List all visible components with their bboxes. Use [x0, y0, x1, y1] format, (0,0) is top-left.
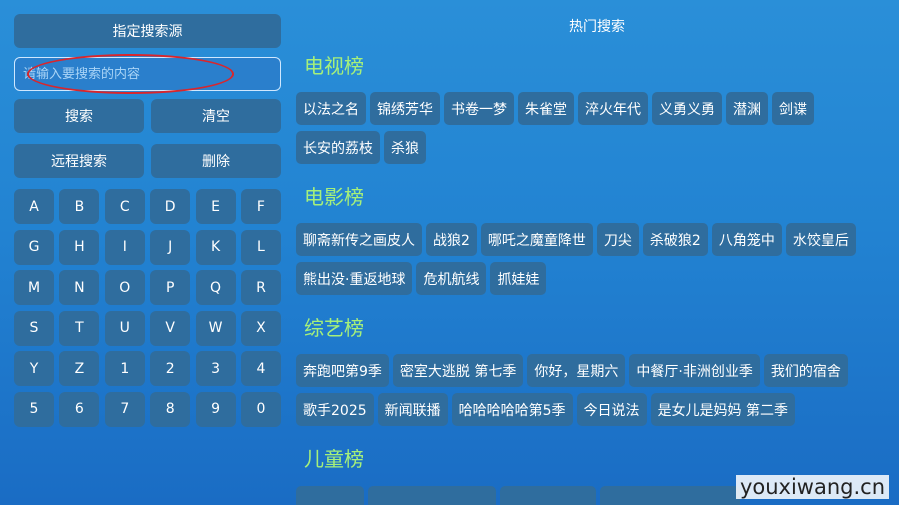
watermark: youxiwang.cn	[735, 475, 889, 499]
movie-tag[interactable]: 战狼2	[426, 223, 477, 256]
tv-tag[interactable]: 杀狼	[384, 131, 426, 164]
key-l[interactable]: L	[240, 229, 281, 265]
key-z[interactable]: Z	[59, 351, 100, 386]
left-panel: 指定搜索源 搜索 清空 远程搜索 删除 ABCDEF GHIJKL MNOPQR ST…	[14, 14, 281, 427]
key-x[interactable]: X	[240, 310, 281, 346]
movie-tag[interactable]: 杀破狼2	[642, 223, 708, 256]
remote-action-row: 远程搜索 删除	[14, 144, 281, 178]
variety-tag[interactable]: 你好，星期六	[527, 354, 626, 387]
kids-tag-partial[interactable]	[296, 486, 364, 505]
movie-tag[interactable]: 哪吒之魔童降世	[480, 223, 593, 256]
variety-tag[interactable]: 今日说法	[576, 393, 647, 426]
variety-tag[interactable]: 我们的宿舍	[763, 354, 848, 387]
movie-tag[interactable]: 危机航线	[416, 262, 487, 295]
key-q[interactable]: Q	[195, 270, 236, 305]
movie-tag[interactable]: 八角笼中	[711, 223, 782, 256]
key-o[interactable]: O	[104, 270, 145, 305]
search-action-row: 搜索 清空	[14, 99, 281, 133]
key-j[interactable]: J	[150, 229, 191, 265]
key-t[interactable]: T	[59, 310, 100, 346]
key-5[interactable]: 5	[14, 391, 54, 427]
key-1[interactable]: 1	[104, 351, 145, 386]
key-3[interactable]: 3	[195, 351, 236, 386]
search-input[interactable]	[15, 58, 280, 90]
section-title-movie: 电影榜	[304, 185, 364, 209]
key-b[interactable]: B	[59, 189, 100, 224]
kids-tags-partial	[296, 486, 740, 505]
movie-tag[interactable]: 聊斋新传之画皮人	[296, 223, 422, 256]
key-a[interactable]: A	[14, 189, 54, 224]
variety-tag[interactable]: 密室大逃脱 第七季	[392, 354, 524, 387]
key-4[interactable]: 4	[240, 351, 281, 386]
variety-tag[interactable]: 是女儿是妈妈 第二季	[650, 393, 796, 426]
tv-tag[interactable]: 朱雀堂	[518, 92, 574, 125]
key-6[interactable]: 6	[59, 391, 100, 427]
variety-tag[interactable]: 新闻联播	[377, 393, 448, 426]
tv-tag[interactable]: 义勇义勇	[652, 92, 722, 125]
tv-tag[interactable]: 剑谍	[772, 92, 814, 125]
tv-tag[interactable]: 锦绣芳华	[370, 92, 440, 125]
variety-tag[interactable]: 奔跑吧第9季	[296, 354, 389, 387]
kids-tag-partial[interactable]	[500, 486, 596, 505]
key-8[interactable]: 8	[150, 391, 191, 427]
key-v[interactable]: V	[150, 310, 191, 346]
tv-tag[interactable]: 潜渊	[726, 92, 768, 125]
variety-tag[interactable]: 歌手2025	[296, 393, 374, 426]
key-r[interactable]: R	[240, 270, 281, 305]
keyboard-grid: ABCDEF GHIJKL MNOPQR STUVWX YZ1234 567890	[14, 189, 281, 427]
key-d[interactable]: D	[150, 189, 191, 224]
hot-search-title: 热门搜索	[569, 19, 625, 35]
tv-tag[interactable]: 以法之名	[296, 92, 366, 125]
tv-tag[interactable]: 长安的荔枝	[296, 131, 380, 164]
search-box	[14, 54, 281, 94]
key-s[interactable]: S	[14, 310, 54, 346]
key-2[interactable]: 2	[150, 351, 191, 386]
clear-button[interactable]: 清空	[151, 99, 281, 133]
key-m[interactable]: M	[14, 270, 54, 305]
movie-tag[interactable]: 抓娃娃	[490, 262, 547, 295]
key-n[interactable]: N	[59, 270, 100, 305]
key-0[interactable]: 0	[240, 391, 281, 427]
search-button[interactable]: 搜索	[14, 99, 144, 133]
key-w[interactable]: W	[195, 310, 236, 346]
section-title-kids: 儿童榜	[304, 447, 364, 471]
key-p[interactable]: P	[150, 270, 191, 305]
delete-button[interactable]: 删除	[151, 144, 281, 178]
key-e[interactable]: E	[195, 189, 236, 224]
key-9[interactable]: 9	[195, 391, 236, 427]
kids-tag-partial[interactable]	[368, 486, 496, 505]
tv-tag[interactable]: 淬火年代	[578, 92, 648, 125]
movie-tag[interactable]: 刀尖	[596, 223, 639, 256]
key-c[interactable]: C	[104, 189, 145, 224]
key-h[interactable]: H	[59, 229, 100, 265]
section-title-tv: 电视榜	[304, 54, 364, 78]
section-title-variety: 综艺榜	[304, 316, 364, 340]
key-g[interactable]: G	[14, 229, 54, 265]
key-i[interactable]: I	[104, 229, 145, 265]
key-7[interactable]: 7	[104, 391, 145, 427]
tv-tag[interactable]: 书卷一梦	[444, 92, 514, 125]
key-f[interactable]: F	[240, 189, 281, 224]
specify-source-button[interactable]: 指定搜索源	[14, 14, 281, 48]
variety-tag[interactable]: 中餐厅·非洲创业季	[629, 354, 760, 387]
key-u[interactable]: U	[104, 310, 145, 346]
key-k[interactable]: K	[195, 229, 236, 265]
movie-tag[interactable]: 水饺皇后	[785, 223, 856, 256]
movie-tags: 聊斋新传之画皮人 战狼2 哪吒之魔童降世 刀尖 杀破狼2 八角笼中 水饺皇后熊出没·重返地球…	[296, 223, 866, 295]
variety-tag[interactable]: 哈哈哈哈哈第5季	[451, 393, 573, 426]
variety-tags: 奔跑吧第9季 密室大逃脱 第七季 你好，星期六 中餐厅·非洲创业季 我们的宿舍歌手202…	[296, 354, 866, 426]
kids-tag-partial[interactable]	[600, 486, 740, 505]
remote-search-button[interactable]: 远程搜索	[14, 144, 144, 178]
tv-tags: 以法之名 锦绣芳华 书卷一梦 朱雀堂 淬火年代 义勇义勇 潜渊 剑谍长安的荔枝 杀狼	[296, 92, 866, 164]
key-y[interactable]: Y	[14, 351, 54, 386]
movie-tag[interactable]: 熊出没·重返地球	[296, 262, 413, 295]
